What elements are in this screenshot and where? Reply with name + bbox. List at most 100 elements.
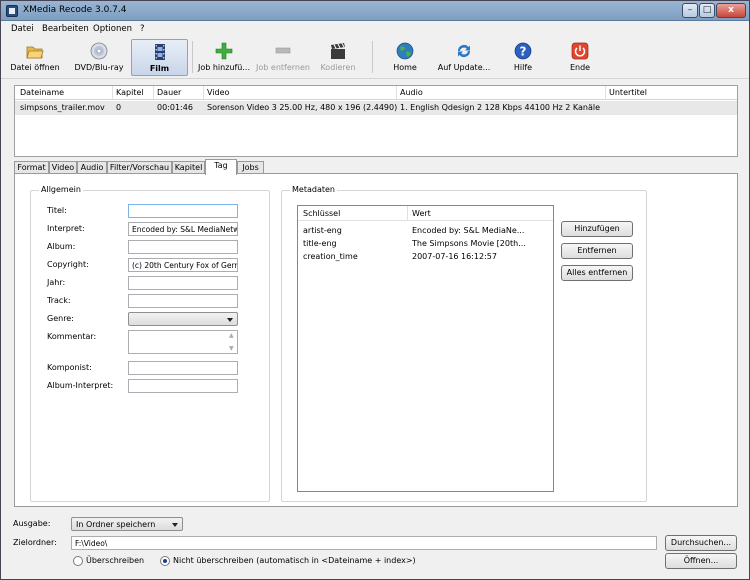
- remove-all-metadata-button[interactable]: Alles entfernen: [561, 265, 633, 281]
- label-comment: Kommentar:: [47, 332, 97, 341]
- label-title: Titel:: [47, 206, 67, 215]
- table-row[interactable]: simpsons_trailer.mov 0 00:01:46 Sorenson…: [15, 101, 737, 115]
- column-header-subtitles[interactable]: Untertitel: [609, 88, 647, 97]
- menu-optionen[interactable]: Optionen: [93, 24, 132, 34]
- plus-icon: [215, 42, 233, 60]
- scroll-up-icon[interactable]: ▲: [229, 332, 234, 339]
- overwrite-radio[interactable]: [73, 556, 83, 566]
- file-list-header: Dateiname Kapitel Dauer Video Audio Unte…: [15, 86, 737, 100]
- metadata-value[interactable]: 2007-07-16 16:12:57: [412, 252, 497, 261]
- dvd-bluray-button[interactable]: DVD/Blu-ray: [71, 39, 127, 76]
- film-button[interactable]: Film: [131, 39, 188, 76]
- title-input[interactable]: [128, 204, 238, 218]
- toolbar: Datei öffnen DVD/Blu-ray Film Job hinzuf…: [1, 37, 749, 79]
- label-album: Album:: [47, 242, 76, 251]
- album-artist-input[interactable]: [128, 379, 238, 393]
- no-overwrite-label[interactable]: Nicht überschreiben (automatisch in <Dat…: [173, 556, 416, 565]
- label-composer: Komponist:: [47, 363, 92, 372]
- exit-button[interactable]: Ende: [557, 39, 603, 76]
- globe-icon: [396, 42, 414, 60]
- group-general: Allgemein Titel: Interpret: Encoded by: …: [30, 185, 270, 502]
- maximize-button[interactable]: □: [699, 3, 715, 18]
- metadata-list[interactable]: Schlüssel Wert artist-eng Encoded by: S&…: [297, 205, 554, 492]
- help-icon: ?: [514, 42, 532, 60]
- target-folder-input[interactable]: F:\Video\: [71, 536, 657, 550]
- folder-open-icon: [26, 46, 44, 59]
- metadata-key[interactable]: title-eng: [303, 239, 337, 248]
- column-header-filename[interactable]: Dateiname: [20, 88, 64, 97]
- album-input[interactable]: [128, 240, 238, 254]
- minimize-button[interactable]: –: [682, 3, 698, 18]
- no-overwrite-radio[interactable]: [160, 556, 170, 566]
- year-input[interactable]: [128, 276, 238, 290]
- cell-video: Sorenson Video 3 25.00 Hz, 480 x 196 (2.…: [207, 103, 398, 112]
- check-update-button[interactable]: Auf Update...: [435, 39, 493, 76]
- overwrite-label[interactable]: Überschreiben: [86, 556, 144, 565]
- tab-tag[interactable]: Tag: [205, 159, 237, 175]
- metadata-value[interactable]: Encoded by: S&L MediaNe...: [412, 226, 524, 235]
- column-header-chapters[interactable]: Kapitel: [116, 88, 144, 97]
- clapperboard-icon: [331, 43, 345, 59]
- title-bar[interactable]: XMedia Recode 3.0.7.4 – □ x: [1, 1, 749, 21]
- film-strip-icon: [154, 44, 165, 60]
- output-mode-select[interactable]: In Ordner speichern: [71, 517, 183, 531]
- menu-bar: Datei Bearbeiten Optionen ?: [1, 22, 749, 37]
- toolbar-separator: [372, 41, 373, 73]
- help-button[interactable]: ? Hilfe: [499, 39, 547, 76]
- label-year: Jahr:: [47, 278, 66, 287]
- cell-chapters: 0: [116, 103, 122, 112]
- menu-help[interactable]: ?: [140, 24, 145, 34]
- add-metadata-button[interactable]: Hinzufügen: [561, 221, 633, 237]
- comment-scrollbar[interactable]: ▲ ▼: [227, 331, 237, 353]
- chevron-down-icon: [227, 318, 233, 322]
- remove-job-button[interactable]: Job entfernen: [255, 39, 311, 76]
- power-icon: [571, 42, 589, 60]
- disc-icon: [90, 42, 108, 60]
- label-artist: Interpret:: [47, 224, 85, 233]
- column-header-video[interactable]: Video: [207, 88, 229, 97]
- remove-metadata-button[interactable]: Entfernen: [561, 243, 633, 259]
- artist-input[interactable]: Encoded by: S&L MediaNetwc: [128, 222, 238, 236]
- column-header-audio[interactable]: Audio: [400, 88, 423, 97]
- track-input[interactable]: [128, 294, 238, 308]
- label-genre: Genre:: [47, 314, 74, 323]
- cell-duration: 00:01:46: [157, 103, 193, 112]
- menu-bearbeiten[interactable]: Bearbeiten: [42, 24, 89, 34]
- output-mode-value: In Ordner speichern: [76, 520, 156, 529]
- metadata-value[interactable]: The Simpsons Movie [20th...: [412, 239, 526, 248]
- add-job-button[interactable]: Job hinzufü...: [196, 39, 252, 76]
- output-label: Ausgabe:: [13, 519, 51, 528]
- menu-datei[interactable]: Datei: [11, 24, 34, 34]
- target-folder-label: Zielordner:: [13, 538, 57, 547]
- group-metadata-title: Metadaten: [290, 185, 337, 194]
- column-header-value[interactable]: Wert: [412, 209, 431, 218]
- column-header-duration[interactable]: Dauer: [157, 88, 181, 97]
- metadata-list-header: Schlüssel Wert: [298, 206, 553, 221]
- copyright-input[interactable]: (c) 20th Century Fox of Germ: [128, 258, 238, 272]
- home-button[interactable]: Home: [379, 39, 431, 76]
- tag-panel: Allgemein Titel: Interpret: Encoded by: …: [14, 173, 738, 507]
- file-list[interactable]: Dateiname Kapitel Dauer Video Audio Unte…: [14, 85, 738, 157]
- genre-select[interactable]: [128, 312, 238, 326]
- open-file-button[interactable]: Datei öffnen: [7, 39, 63, 76]
- window-title: XMedia Recode 3.0.7.4: [23, 5, 127, 15]
- comment-textarea[interactable]: ▲ ▼: [128, 330, 238, 354]
- column-header-key[interactable]: Schlüssel: [303, 209, 340, 218]
- cell-audio: 1. English Qdesign 2 128 Kbps 44100 Hz 2…: [400, 103, 601, 112]
- close-button[interactable]: x: [716, 3, 746, 18]
- scroll-down-icon[interactable]: ▼: [229, 345, 234, 352]
- composer-input[interactable]: [128, 361, 238, 375]
- label-album-artist: Album-Interpret:: [47, 381, 114, 390]
- browse-button[interactable]: Durchsuchen...: [665, 535, 737, 551]
- refresh-icon: [457, 44, 471, 58]
- encode-button[interactable]: Kodieren: [313, 39, 363, 76]
- group-general-title: Allgemein: [39, 185, 83, 194]
- metadata-key[interactable]: creation_time: [303, 252, 358, 261]
- open-folder-button[interactable]: Öffnen...: [665, 553, 737, 569]
- metadata-key[interactable]: artist-eng: [303, 226, 342, 235]
- group-metadata: Metadaten Schlüssel Wert artist-eng Enco…: [281, 185, 647, 502]
- app-window: XMedia Recode 3.0.7.4 – □ x Datei Bearbe…: [0, 0, 750, 580]
- cell-filename: simpsons_trailer.mov: [20, 103, 105, 112]
- toolbar-separator: [192, 41, 193, 73]
- label-track: Track:: [47, 296, 71, 305]
